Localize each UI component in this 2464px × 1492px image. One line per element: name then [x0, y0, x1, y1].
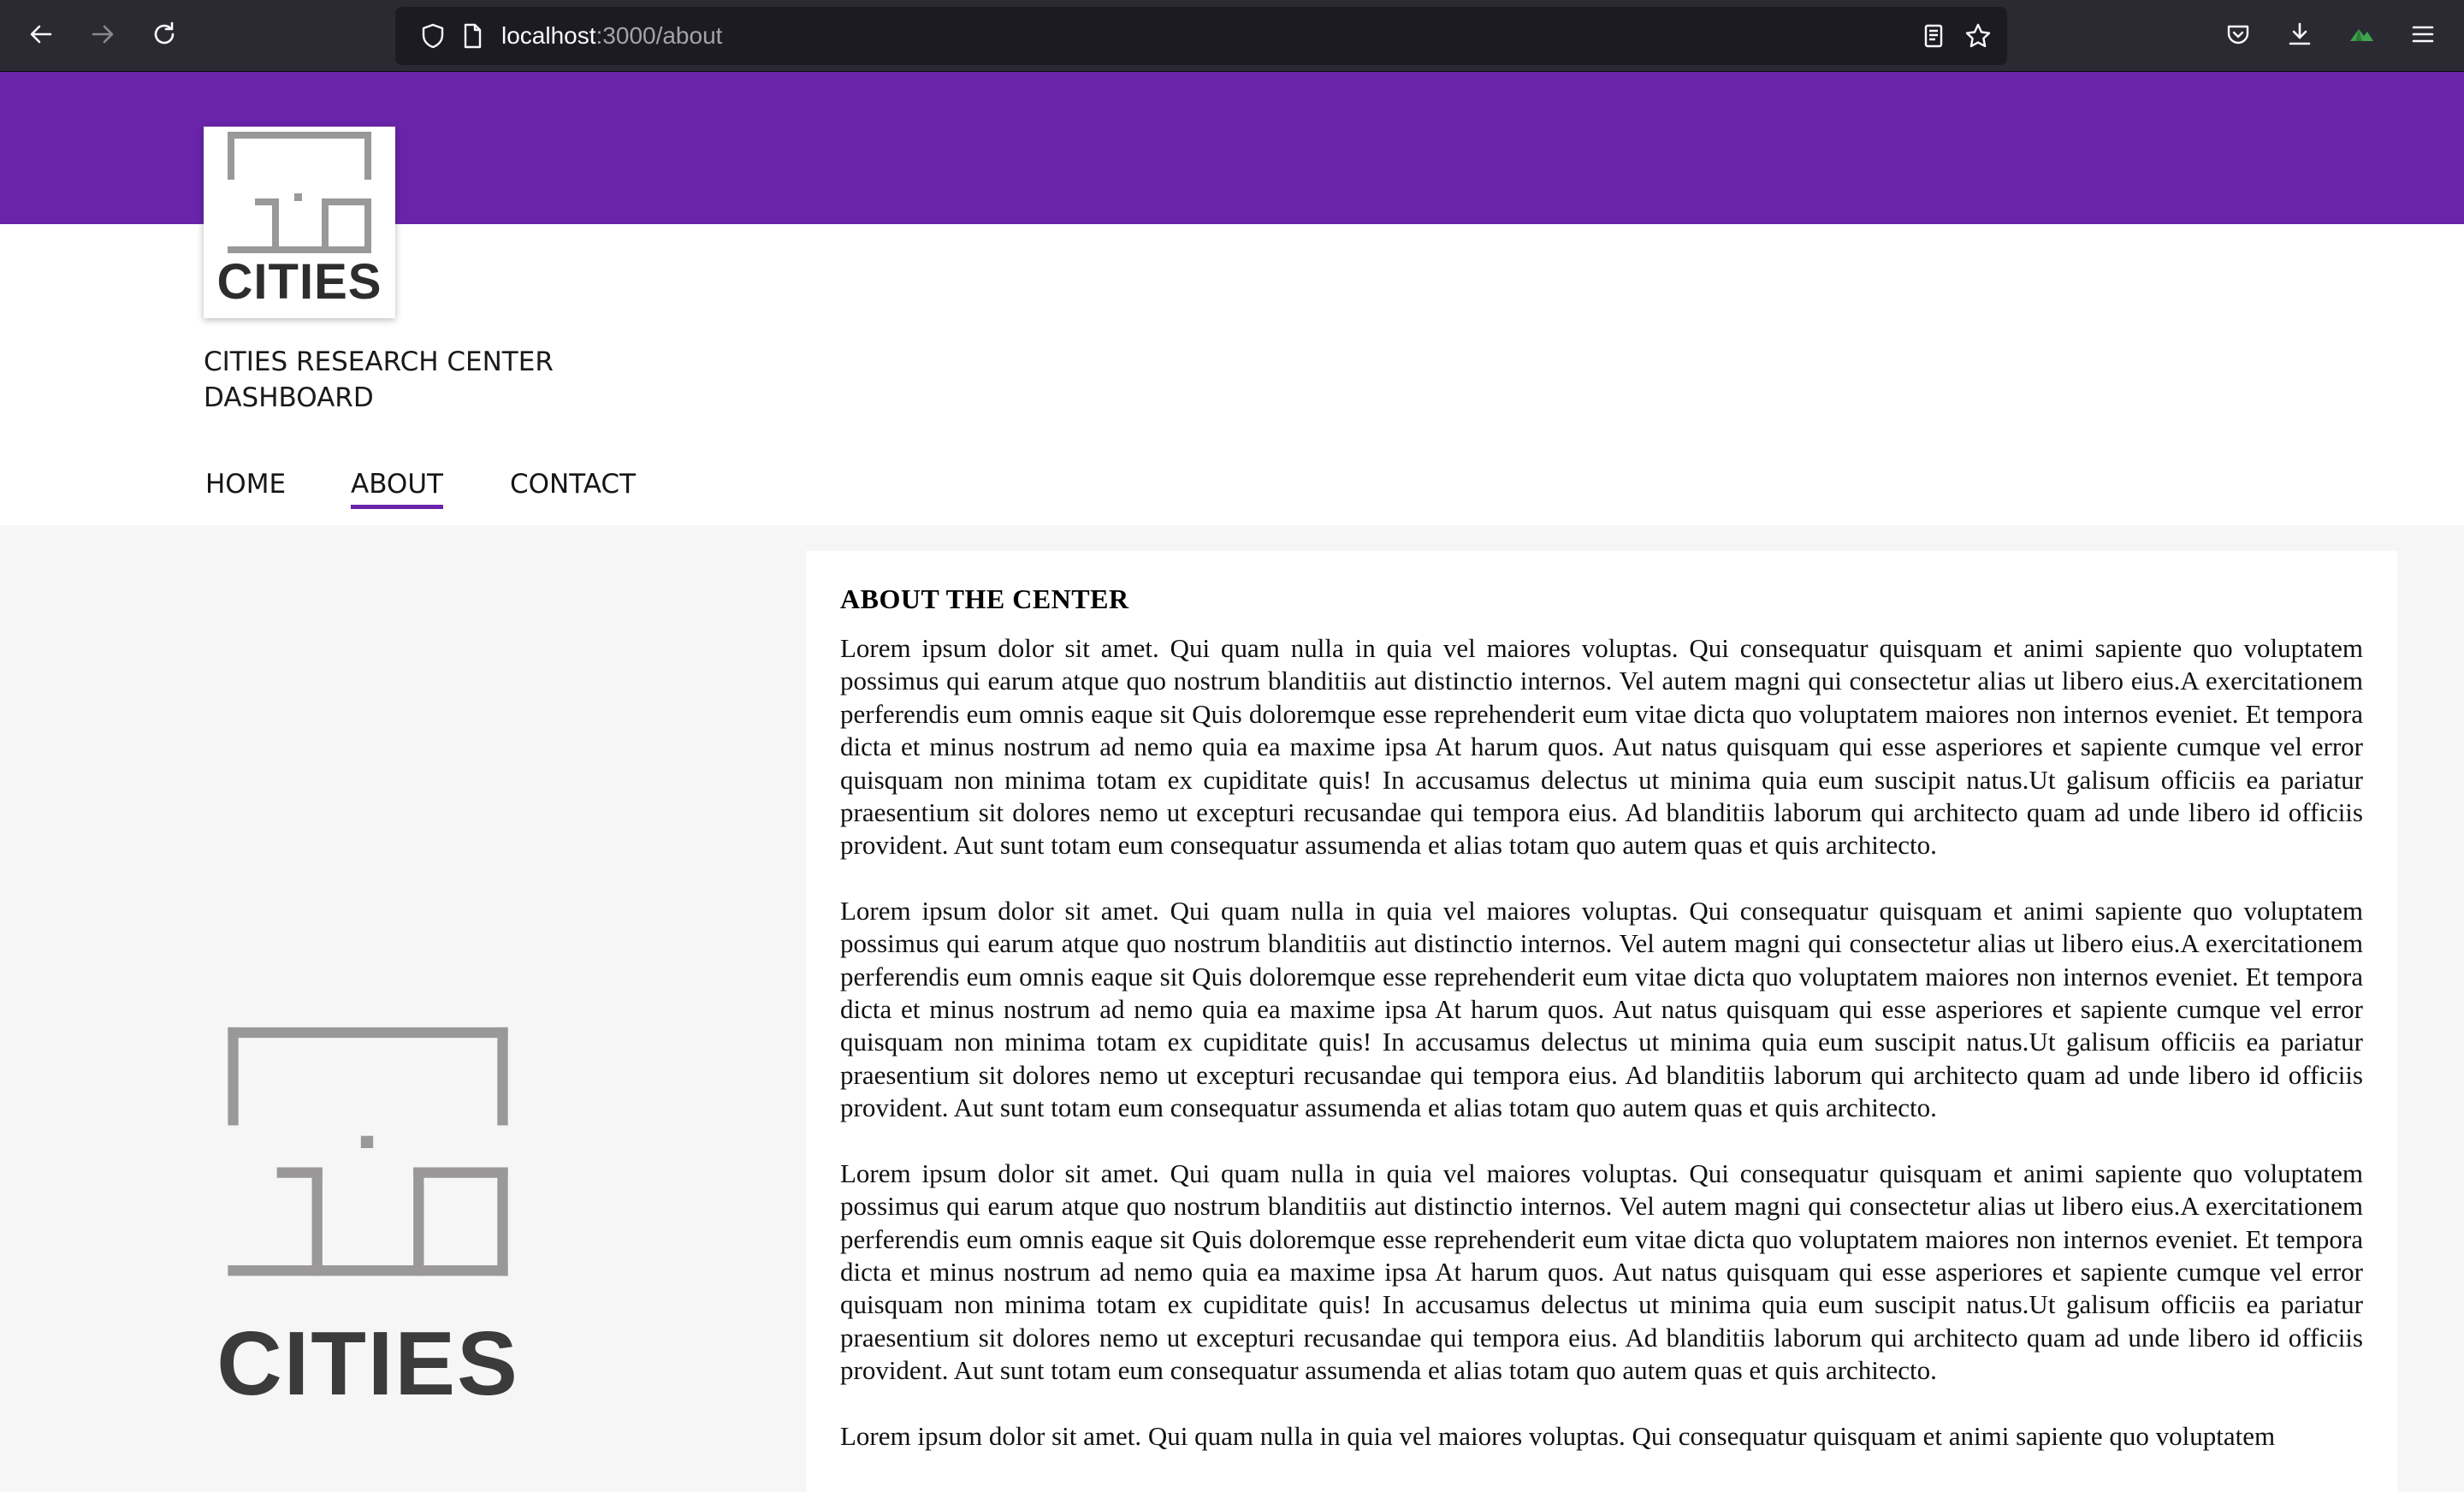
cities-logo-mark-icon	[228, 132, 371, 253]
arrow-right-icon	[89, 21, 116, 51]
page: CITIES CITIES RESEARCH CENTER DASHBOARD …	[0, 72, 2464, 1492]
cities-logo-large-icon	[228, 1027, 508, 1276]
content-title: ABOUT THE CENTER	[840, 583, 1129, 614]
header-logo-text: CITIES	[216, 254, 382, 310]
menu-button[interactable]	[2404, 17, 2442, 55]
site-title-line1: CITIES RESEARCH CENTER	[204, 346, 554, 377]
shield-icon[interactable]	[419, 22, 447, 50]
page-icon[interactable]	[459, 22, 486, 50]
nav-home[interactable]: HOME	[205, 469, 286, 505]
site-title-line2: DASHBOARD	[204, 382, 374, 413]
pocket-icon	[2224, 21, 2252, 51]
reload-button[interactable]	[145, 17, 183, 55]
url-host: localhost	[501, 22, 596, 49]
forward-button[interactable]	[84, 17, 121, 55]
nav-about[interactable]: ABOUT	[351, 469, 443, 509]
download-icon	[2286, 21, 2313, 51]
hamburger-menu-icon	[2409, 21, 2437, 51]
nav-contact[interactable]: CONTACT	[510, 469, 636, 505]
pocket-button[interactable]	[2219, 17, 2257, 55]
extension-icon	[2348, 21, 2375, 51]
side-logo: CITIES	[214, 1003, 522, 1414]
arrow-left-icon	[27, 21, 55, 51]
url-bar[interactable]: localhost:3000/about	[395, 7, 2007, 65]
content-paragraph: Lorem ipsum dolor sit amet. Qui quam nul…	[840, 1157, 2363, 1386]
star-icon[interactable]	[1964, 22, 1992, 50]
back-button[interactable]	[22, 17, 60, 55]
content-paragraph: Lorem ipsum dolor sit amet. Qui quam nul…	[840, 1420, 2276, 1451]
reload-icon	[151, 21, 178, 51]
reader-view-icon[interactable]	[1920, 22, 1947, 50]
content-paragraph: Lorem ipsum dolor sit amet. Qui quam nul…	[840, 633, 2363, 861]
header-logo[interactable]: CITIES	[204, 127, 395, 318]
side-logo-text: CITIES	[216, 1313, 519, 1414]
site-title: CITIES RESEARCH CENTER DASHBOARD	[204, 344, 717, 416]
browser-toolbar: localhost:3000/about	[0, 0, 2464, 72]
url-path: :3000/about	[595, 22, 723, 49]
about-content: ABOUT THE CENTER Lorem ipsum dolor sit a…	[806, 551, 2397, 1492]
url-text[interactable]: localhost:3000/about	[501, 7, 722, 65]
downloads-button[interactable]	[2281, 17, 2319, 55]
extension-button[interactable]	[2343, 17, 2380, 55]
content-paragraph: Lorem ipsum dolor sit amet. Qui quam nul…	[840, 895, 2363, 1123]
